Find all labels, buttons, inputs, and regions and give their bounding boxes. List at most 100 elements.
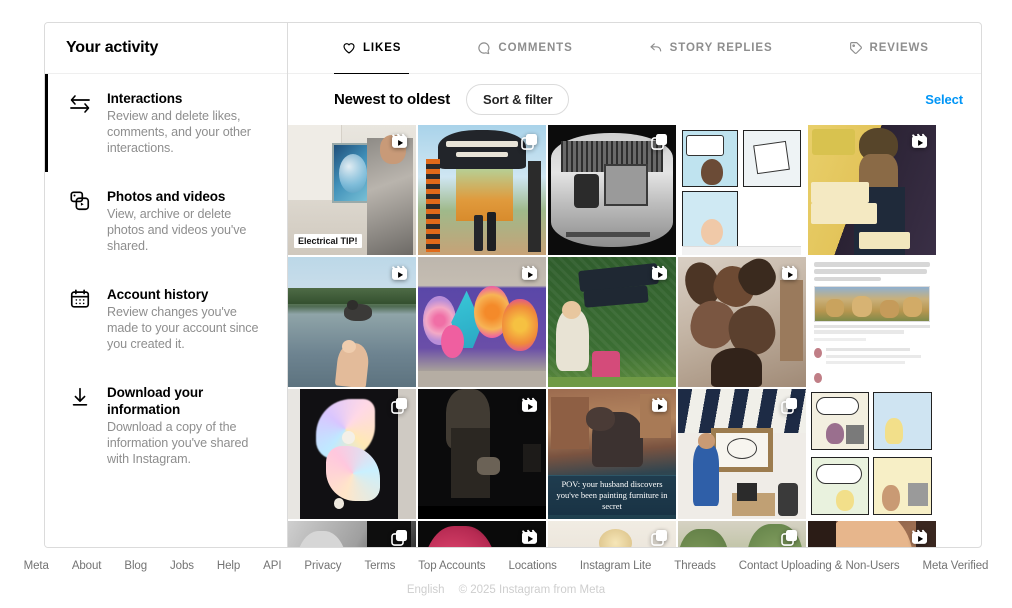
media-thumbnail (548, 257, 676, 387)
media-grid-item[interactable] (288, 257, 416, 387)
media-grid-item[interactable] (678, 125, 806, 255)
media-thumbnail (288, 521, 416, 547)
footer-link-threads[interactable]: Threads (674, 560, 716, 572)
calendar-icon (67, 286, 93, 352)
sidebar-item-label: Download your information (107, 385, 204, 417)
media-thumbnail (288, 389, 416, 519)
media-caption: POV: your husband discovers you've been … (548, 476, 676, 515)
media-thumbnail (678, 521, 806, 547)
tab-label: STORY REPLIES (669, 42, 773, 54)
media-grid-item[interactable] (808, 521, 936, 547)
media-grid-item[interactable] (548, 125, 676, 255)
media-grid-item[interactable] (288, 389, 416, 519)
footer-copyright-row: English © 2025 Instagram from Meta (407, 584, 605, 596)
sidebar-item-description: Download a copy of the information you'v… (107, 420, 249, 466)
media-grid-item[interactable] (418, 125, 546, 255)
footer-link-privacy[interactable]: Privacy (304, 560, 341, 572)
sidebar-item-text: Interactions Review and delete likes, com… (107, 90, 265, 156)
footer-link-locations[interactable]: Locations (508, 560, 556, 572)
media-thumbnail (418, 389, 546, 519)
sidebar-title: Your activity (45, 23, 287, 74)
media-caption: Electrical TIP! (294, 234, 362, 248)
footer-link-api[interactable]: API (263, 560, 281, 572)
footer-link-list: Meta About Blog Jobs Help API Privacy Terms Top … (0, 560, 1012, 572)
sidebar-item-description: Review and delete likes, comments, and y… (107, 109, 251, 155)
media-grid-item[interactable] (418, 389, 546, 519)
footer-link-top-accounts[interactable]: Top Accounts (418, 560, 485, 572)
photos-videos-icon (67, 188, 93, 254)
tab-comments[interactable]: COMMENTS (469, 23, 580, 73)
media-thumbnail (678, 389, 806, 519)
footer-link-contact-uploading-non-users[interactable]: Contact Uploading & Non-Users (739, 560, 900, 572)
media-grid-item[interactable] (678, 389, 806, 519)
sidebar-item-download-your-information[interactable]: Download your information Download a copy… (45, 368, 287, 483)
sort-order-label: Newest to oldest (334, 91, 450, 108)
tab-likes[interactable]: LIKES (334, 23, 410, 74)
interactions-arrows-icon (67, 90, 93, 156)
sidebar: Your activity Interactions Review and del… (45, 23, 288, 547)
footer-link-instagram-lite[interactable]: Instagram Lite (580, 560, 652, 572)
media-thumbnail (548, 521, 676, 547)
media-grid-item[interactable] (808, 125, 936, 255)
sidebar-item-description: View, archive or delete photos and video… (107, 207, 247, 253)
footer-link-about[interactable]: About (72, 560, 102, 572)
media-grid-item[interactable] (678, 521, 806, 547)
sidebar-item-label: Account history (107, 287, 209, 302)
footer-copyright: © 2025 Instagram from Meta (458, 584, 606, 596)
tab-label: REVIEWS (869, 42, 929, 54)
sidebar-item-interactions[interactable]: Interactions Review and delete likes, com… (45, 74, 287, 172)
sidebar-item-label: Photos and videos (107, 189, 226, 204)
tab-label: LIKES (363, 42, 402, 54)
sidebar-item-list: Interactions Review and delete likes, com… (45, 74, 287, 483)
main-panel: LIKES COMMENTS STORY REPLIES REVIEWS Newest… (288, 23, 981, 547)
media-grid-item[interactable] (548, 521, 676, 547)
tag-icon (849, 41, 863, 55)
media-grid-item[interactable] (418, 257, 546, 387)
download-icon (67, 384, 93, 467)
media-thumbnail (418, 521, 546, 547)
footer-link-terms[interactable]: Terms (364, 560, 395, 572)
media-grid-item[interactable]: POV: your husband discovers you've been … (548, 389, 676, 519)
media-grid-item[interactable] (288, 521, 416, 547)
sidebar-item-text: Download your information Download a copy… (107, 384, 269, 467)
activity-tabs: LIKES COMMENTS STORY REPLIES REVIEWS (288, 23, 981, 74)
media-thumbnail (808, 257, 936, 387)
media-grid-item[interactable]: Electrical TIP! (288, 125, 416, 255)
tab-reviews[interactable]: REVIEWS (841, 23, 937, 73)
media-grid-item[interactable] (808, 389, 936, 519)
footer-link-meta-verified[interactable]: Meta Verified (923, 560, 989, 572)
sidebar-item-label: Interactions (107, 91, 183, 106)
media-thumbnail (808, 389, 936, 519)
footer-language[interactable]: English (407, 584, 445, 596)
footer-link-help[interactable]: Help (217, 560, 240, 572)
page-root: Your activity Interactions Review and del… (0, 0, 1012, 608)
footer-link-jobs[interactable]: Jobs (170, 560, 194, 572)
site-footer: Meta About Blog Jobs Help API Privacy Terms Top … (0, 560, 1012, 596)
sidebar-item-text: Photos and videos View, archive or delete… (107, 188, 265, 254)
media-thumbnail (678, 125, 806, 255)
footer-link-blog[interactable]: Blog (124, 560, 147, 572)
media-grid-item[interactable] (548, 257, 676, 387)
media-thumbnail (678, 257, 806, 387)
media-thumbnail (418, 125, 546, 255)
footer-link-meta[interactable]: Meta (24, 560, 49, 572)
media-thumbnail (288, 257, 416, 387)
media-grid-scroll[interactable]: Electrical TIP! POV: your husband discove… (288, 125, 981, 547)
media-thumbnail (808, 125, 936, 255)
media-thumbnail (548, 125, 676, 255)
select-button[interactable]: Select (925, 92, 963, 107)
media-grid: Electrical TIP! POV: your husband discove… (288, 125, 936, 547)
sort-and-filter-button[interactable]: Sort & filter (466, 84, 570, 115)
heart-icon (342, 41, 356, 55)
grid-toolbar: Newest to oldest Sort & filter Select (288, 74, 981, 125)
sidebar-item-description: Review changes you've made to your accou… (107, 305, 259, 351)
media-grid-item[interactable] (808, 257, 936, 387)
media-grid-item[interactable] (678, 257, 806, 387)
media-thumbnail (808, 521, 936, 547)
sidebar-item-photos-and-videos[interactable]: Photos and videos View, archive or delete… (45, 172, 287, 270)
sidebar-item-text: Account history Review changes you've mad… (107, 286, 265, 352)
comment-bubble-icon (477, 41, 491, 55)
media-grid-item[interactable] (418, 521, 546, 547)
tab-story-replies[interactable]: STORY REPLIES (641, 23, 781, 73)
sidebar-item-account-history[interactable]: Account history Review changes you've mad… (45, 270, 287, 368)
